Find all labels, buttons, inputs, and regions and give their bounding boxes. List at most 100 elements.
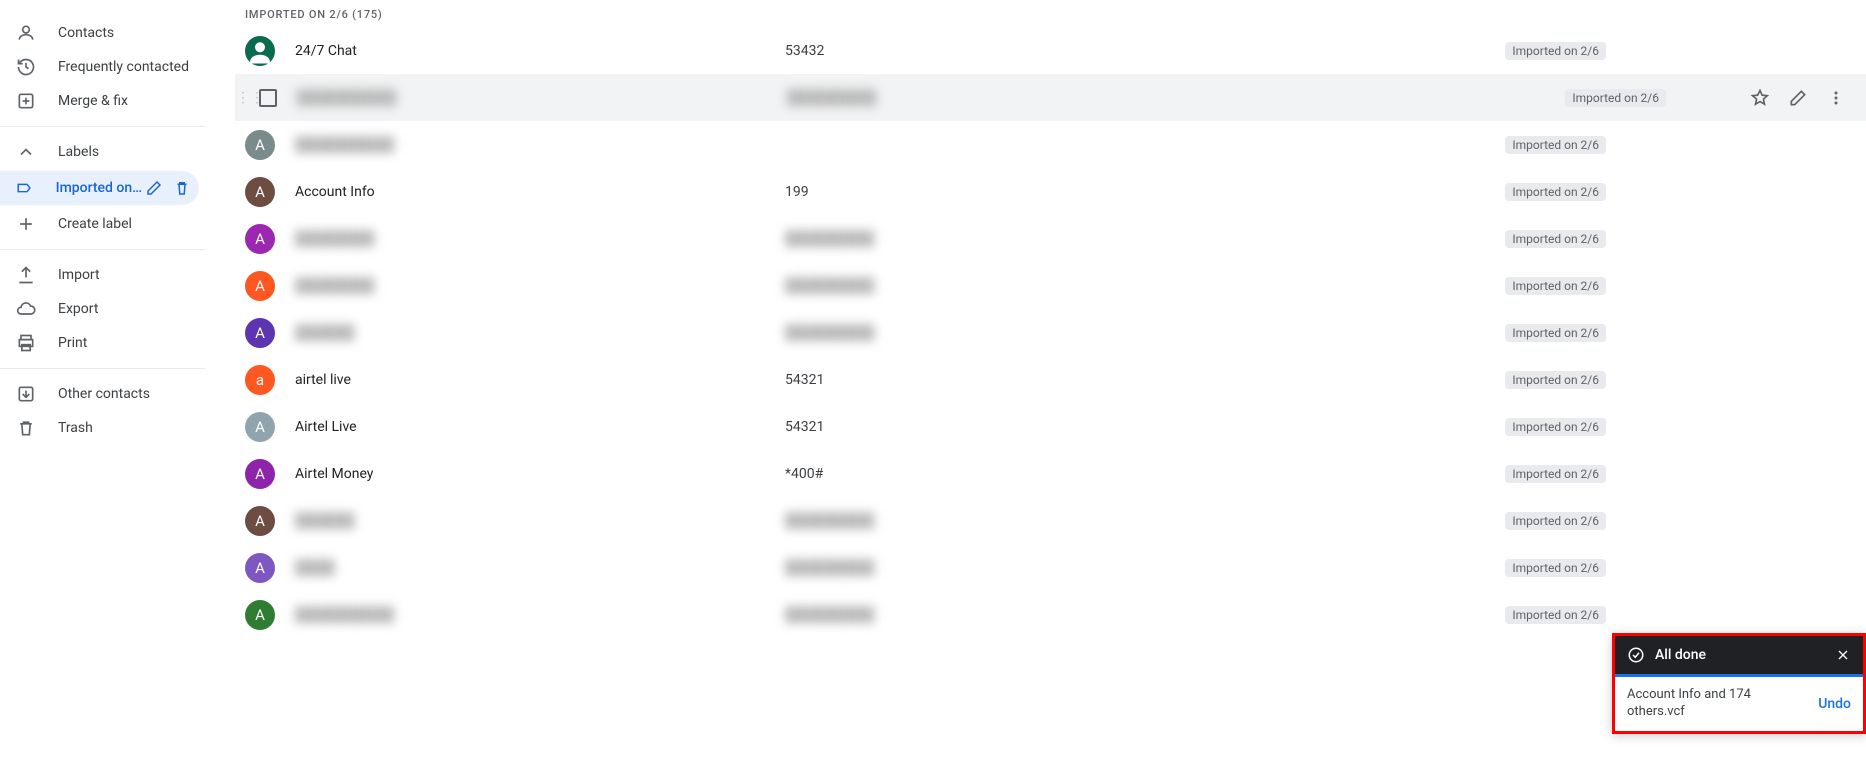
check-circle-icon — [1627, 646, 1645, 664]
toast-notification: All done Account Info and 174 others.vcf… — [1612, 633, 1866, 734]
contact-row[interactable]: A ███████████████ Imported on 2/6 — [235, 309, 1866, 356]
contact-phone: █████████ — [785, 606, 1185, 623]
close-icon[interactable] — [1835, 647, 1851, 663]
sidebar-frequent[interactable]: Frequently contacted — [0, 50, 205, 84]
contact-phone: █████████ — [785, 230, 1185, 247]
sidebar-import-label: Import — [58, 267, 100, 283]
plus-icon — [16, 214, 36, 234]
contact-row[interactable]: ⋮⋮ ███████████████████ Imported on 2/6 — [235, 74, 1866, 121]
label-chip[interactable]: Imported on 2/6 — [1505, 42, 1606, 60]
label-chip[interactable]: Imported on 2/6 — [1505, 371, 1606, 389]
sidebar-create-label-text: Create label — [58, 216, 132, 232]
contact-row[interactable]: A ███████████████ Imported on 2/6 — [235, 497, 1866, 544]
contact-phone: █████████ — [785, 277, 1185, 294]
contact-name: ██████ — [295, 324, 785, 341]
contact-name: ████████ — [295, 277, 785, 294]
history-icon — [16, 57, 36, 77]
drag-handle-icon[interactable]: ⋮⋮ — [245, 90, 255, 106]
contact-phone: █████████ — [785, 559, 1185, 576]
sidebar-label-active[interactable]: Imported on 2/6 — [0, 171, 199, 205]
sidebar-contacts[interactable]: Contacts — [0, 16, 205, 50]
contact-phone: 54321 — [785, 372, 1185, 388]
upload-icon — [16, 265, 36, 285]
label-icon — [16, 178, 34, 198]
more-icon[interactable] — [1826, 88, 1846, 108]
avatar: A — [245, 553, 275, 583]
label-chip[interactable]: Imported on 2/6 — [1505, 559, 1606, 577]
sidebar-trash-label: Trash — [58, 420, 93, 436]
row-checkbox[interactable] — [259, 89, 277, 107]
sidebar-labels-header[interactable]: Labels — [0, 135, 205, 169]
delete-icon[interactable] — [173, 179, 191, 197]
label-chip[interactable]: Imported on 2/6 — [1505, 136, 1606, 154]
label-chip[interactable]: Imported on 2/6 — [1505, 324, 1606, 342]
contact-row[interactable]: AAccount Info199Imported on 2/6 — [235, 168, 1866, 215]
sidebar-export[interactable]: Export — [0, 292, 205, 326]
label-chip[interactable]: Imported on 2/6 — [1505, 277, 1606, 295]
label-chip[interactable]: Imported on 2/6 — [1505, 230, 1606, 248]
contact-row[interactable]: 24/7 Chat53432Imported on 2/6 — [235, 27, 1866, 74]
avatar: a — [245, 365, 275, 395]
avatar: A — [245, 177, 275, 207]
pencil-icon[interactable] — [1788, 88, 1808, 108]
contact-phone: █████████ — [787, 89, 1187, 106]
contact-phone: *400# — [785, 466, 1185, 482]
toast-message: Account Info and 174 others.vcf — [1627, 687, 1808, 721]
contact-row[interactable]: AAirtel Live54321Imported on 2/6 — [235, 403, 1866, 450]
toast-body: Account Info and 174 others.vcf Undo — [1615, 677, 1863, 731]
sidebar-contacts-label: Contacts — [58, 25, 114, 41]
label-chip[interactable]: Imported on 2/6 — [1505, 465, 1606, 483]
contact-name: ██████████ — [297, 89, 787, 106]
contact-row[interactable]: A█████████████████Imported on 2/6 — [235, 262, 1866, 309]
avatar: A — [245, 130, 275, 160]
label-chip[interactable]: Imported on 2/6 — [1565, 89, 1666, 107]
merge-icon — [16, 91, 36, 111]
avatar: A — [245, 506, 275, 536]
contact-name: ██████ — [295, 512, 785, 529]
avatar: A — [245, 224, 275, 254]
sidebar-import[interactable]: Import — [0, 258, 205, 292]
archive-icon — [16, 384, 36, 404]
label-chip[interactable]: Imported on 2/6 — [1505, 418, 1606, 436]
avatar: A — [245, 459, 275, 489]
sidebar-other-label: Other contacts — [58, 386, 150, 402]
contact-row[interactable]: A ██████████ Imported on 2/6 — [235, 121, 1866, 168]
sidebar-create-label[interactable]: Create label — [0, 207, 205, 241]
sidebar-merge-label: Merge & fix — [58, 93, 128, 109]
avatar: A — [245, 600, 275, 630]
contact-phone: █████████ — [785, 512, 1185, 529]
contact-phone: 199 — [785, 184, 1185, 200]
contact-name: Airtel Money — [295, 466, 785, 482]
undo-button[interactable]: Undo — [1818, 696, 1851, 712]
toast-title: All done — [1655, 647, 1706, 663]
label-chip[interactable]: Imported on 2/6 — [1505, 183, 1606, 201]
sidebar-print-label: Print — [58, 335, 87, 351]
sidebar-label-active-text: Imported on 2/6 — [56, 180, 145, 196]
contact-row[interactable]: A Airtel Money*400# Imported on 2/6 — [235, 450, 1866, 497]
contact-name: ██████████ — [295, 136, 785, 153]
edit-icon[interactable] — [145, 179, 163, 197]
contact-row[interactable]: A███████████████████Imported on 2/6 — [235, 591, 1866, 638]
contact-row[interactable]: aairtel live54321Imported on 2/6 — [235, 356, 1866, 403]
contacts-list: 24/7 Chat53432Imported on 2/6⋮⋮█████████… — [235, 27, 1866, 638]
sidebar-labels-label: Labels — [58, 144, 99, 160]
contact-name: 24/7 Chat — [295, 43, 785, 59]
label-chip[interactable]: Imported on 2/6 — [1505, 606, 1606, 624]
contact-name: ████████ — [295, 230, 785, 247]
label-chip[interactable]: Imported on 2/6 — [1505, 512, 1606, 530]
contact-row[interactable]: A █████████████ Imported on 2/6 — [235, 544, 1866, 591]
contact-name: Airtel Live — [295, 419, 785, 435]
contact-name: ████ — [295, 559, 785, 576]
contact-row[interactable]: A █████████████████ Imported on 2/6 — [235, 215, 1866, 262]
sidebar-frequent-label: Frequently contacted — [58, 59, 189, 75]
avatar: A — [245, 318, 275, 348]
star-icon[interactable] — [1750, 88, 1770, 108]
contact-phone: 54321 — [785, 419, 1185, 435]
print-icon — [16, 333, 36, 353]
sidebar-merge[interactable]: Merge & fix — [0, 84, 205, 118]
sidebar-trash[interactable]: Trash — [0, 411, 205, 445]
sidebar-print[interactable]: Print — [0, 326, 205, 360]
sidebar-other[interactable]: Other contacts — [0, 377, 205, 411]
contact-phone: █████████ — [785, 324, 1185, 341]
sidebar-export-label: Export — [58, 301, 98, 317]
